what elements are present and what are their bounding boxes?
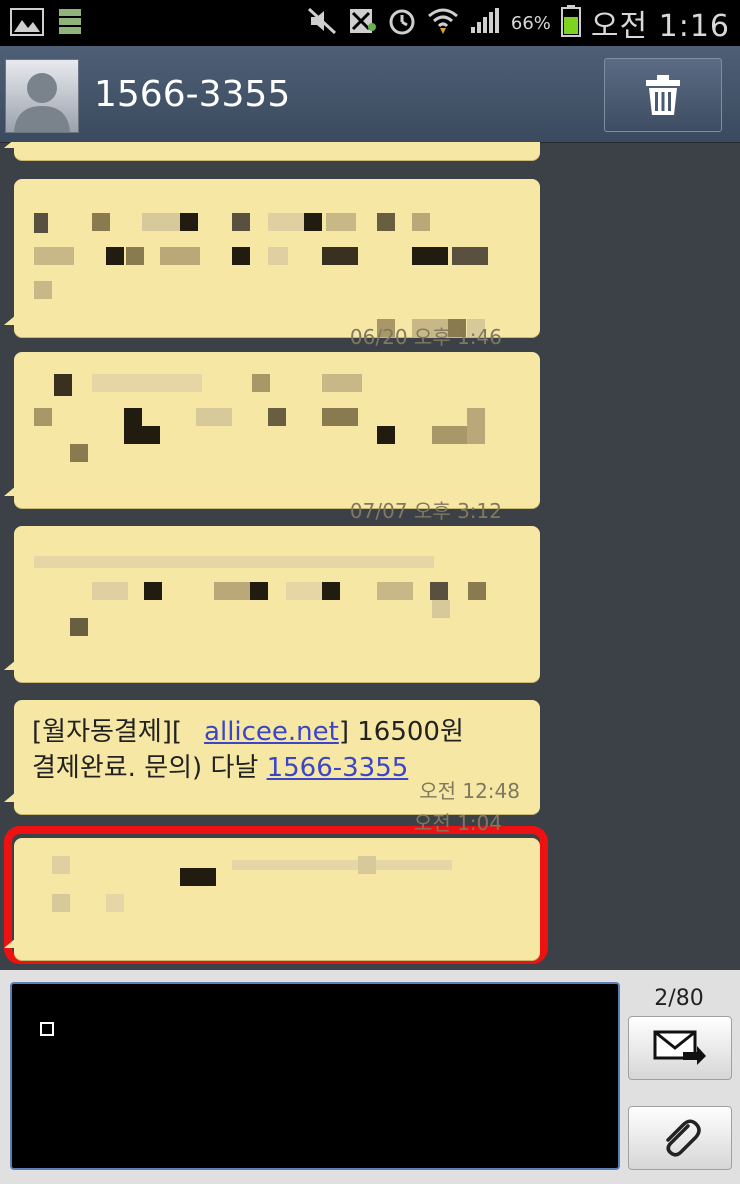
message-time: 오전 1:04 [413, 811, 502, 835]
status-bar: 66% 오전 1:16 [0, 0, 740, 46]
delete-button[interactable] [604, 58, 722, 132]
message-time: 오전 12:48 [419, 779, 520, 803]
wifi-icon [427, 6, 459, 40]
no-sim-icon [347, 7, 377, 39]
status-time: 오전 1:16 [590, 9, 730, 44]
message-text: [월자동결제][ [32, 717, 183, 747]
conversation-header: 1566-3355 [0, 46, 740, 143]
storage-icon [58, 8, 82, 40]
message-bubble[interactable]: 07/07 오후 3:12 [4, 499, 540, 682]
message-bubble-highlighted[interactable]: [월자동결제][ allicee.net] 16500원 결제완료. 문의) 다날… [4, 700, 540, 814]
gallery-icon [10, 8, 44, 40]
message-bubble[interactable]: 06/20 오후 1:46 [4, 325, 540, 508]
send-message-icon [653, 1030, 706, 1065]
person-icon [14, 73, 70, 132]
message-input[interactable] [10, 982, 620, 1170]
message-bubble[interactable] [4, 179, 540, 337]
battery-percent: 66% [510, 12, 551, 34]
composer-bar: 2/80 [0, 970, 740, 1184]
message-text: ] 16500원 [338, 717, 464, 747]
contact-name: 1566-3355 [94, 74, 291, 115]
text-cursor [40, 1022, 54, 1036]
trash-icon [646, 75, 680, 115]
message-text: 결제완료. 문의) 다날 [32, 753, 267, 783]
send-button[interactable] [628, 1016, 732, 1080]
website-link[interactable]: allicee.net [204, 717, 339, 747]
message-time: 07/07 오후 3:12 [349, 499, 502, 523]
message-bubble[interactable] [4, 142, 540, 160]
attach-button[interactable] [628, 1106, 732, 1170]
alarm-icon [387, 6, 417, 40]
contact-avatar[interactable] [5, 59, 79, 133]
paperclip-icon [666, 1119, 701, 1157]
phone-link[interactable]: 1566-3355 [267, 753, 409, 783]
message-line-1: [월자동결제][ allicee.net] 16500원 [32, 714, 522, 750]
char-counter: 2/80 [654, 986, 704, 1011]
message-list[interactable]: 06/20 오후 1:46 07/07 오후 3:12 [월자동결제][ alli… [0, 142, 740, 970]
message-bubble[interactable]: 오전 1:04 [4, 811, 540, 960]
signal-icon [469, 7, 501, 39]
battery-icon [560, 5, 581, 41]
message-time: 06/20 오후 1:46 [349, 325, 502, 349]
mute-icon [307, 7, 337, 39]
